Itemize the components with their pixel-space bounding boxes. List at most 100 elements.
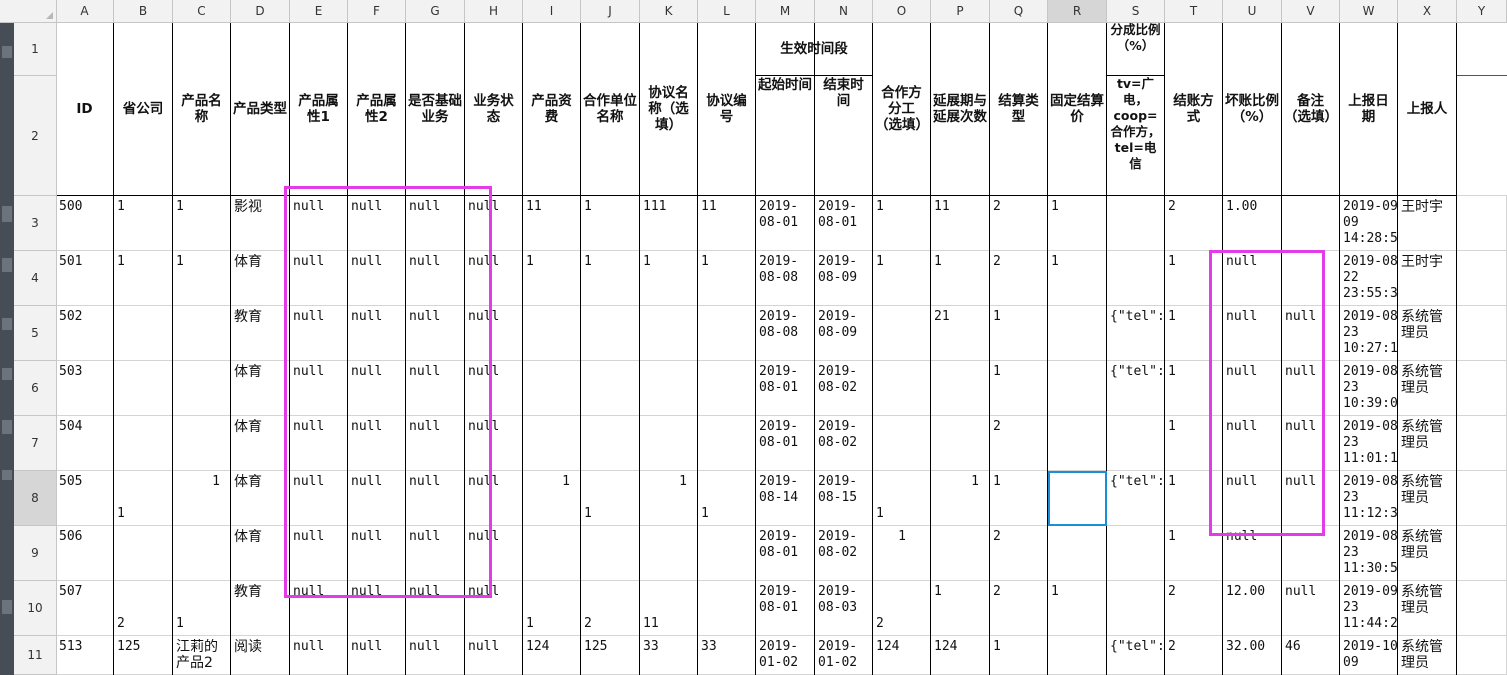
cell-n4[interactable]: 2019- 08-09 — [816, 254, 872, 306]
cell-e11[interactable]: null — [291, 639, 347, 675]
header-c[interactable]: 产品名称 — [173, 22, 230, 195]
row-header-1[interactable]: 1 — [14, 22, 56, 76]
cell-s5[interactable]: {"tel": — [1108, 309, 1164, 361]
cell-u4[interactable]: null — [1224, 254, 1281, 306]
cell-f11[interactable]: null — [349, 639, 405, 675]
cell-j4[interactable]: 1 — [582, 254, 639, 306]
row-header-11[interactable]: 11 — [14, 636, 56, 675]
active-cell-cursor[interactable] — [1048, 471, 1107, 526]
header-q[interactable]: 结算类型 — [990, 22, 1047, 195]
row-header-10[interactable]: 10 — [14, 581, 56, 636]
cell-n5[interactable]: 2019- 08-09 — [816, 309, 872, 361]
header-u[interactable]: 坏账比例（%） — [1223, 22, 1281, 195]
row-header-5[interactable]: 5 — [14, 306, 56, 361]
column-header-y[interactable]: Y — [1457, 0, 1507, 22]
cell-c11[interactable]: 江莉的 产品2 — [174, 639, 230, 675]
cell-q7[interactable]: 2 — [991, 419, 1047, 471]
cell-d10[interactable]: 教育 — [232, 584, 289, 636]
row-header-9[interactable]: 9 — [14, 526, 56, 581]
header-h[interactable]: 业务状态 — [465, 22, 522, 195]
cell-q9[interactable]: 2 — [991, 529, 1047, 581]
column-header-c[interactable]: C — [173, 0, 231, 22]
cell-a6[interactable]: 503 — [57, 364, 113, 416]
column-header-l[interactable]: L — [698, 0, 756, 22]
cell-t8[interactable]: 1 — [1166, 474, 1222, 526]
cell-g10[interactable]: null — [407, 584, 464, 636]
cell-f4[interactable]: null — [349, 254, 405, 306]
header-l[interactable]: 协议编号 — [698, 22, 755, 195]
cell-p11[interactable]: 124 — [932, 639, 989, 675]
cell-j3[interactable]: 1 — [582, 199, 639, 251]
cell-t5[interactable]: 1 — [1166, 309, 1222, 361]
cell-t7[interactable]: 1 — [1166, 419, 1222, 471]
cell-o9[interactable]: 1 — [874, 529, 930, 581]
column-header-p[interactable]: P — [931, 0, 990, 22]
cell-b11[interactable]: 125 — [115, 639, 172, 675]
cell-a8[interactable]: 505 — [57, 474, 113, 526]
column-header-b[interactable]: B — [114, 0, 173, 22]
cell-n3[interactable]: 2019- 08-01 — [816, 199, 872, 251]
cell-w8[interactable]: 2019-08- 23 11:12:3 — [1341, 474, 1397, 526]
cell-h6[interactable]: null — [466, 364, 522, 416]
cell-e9[interactable]: null — [291, 529, 347, 581]
cell-q3[interactable]: 2 — [991, 199, 1047, 251]
cell-m4[interactable]: 2019- 08-08 — [757, 254, 814, 306]
cell-n6[interactable]: 2019- 08-02 — [816, 364, 872, 416]
cell-q4[interactable]: 2 — [991, 254, 1047, 306]
cell-q6[interactable]: 1 — [991, 364, 1047, 416]
header-p[interactable]: 延展期与延展次数 — [931, 22, 989, 195]
column-header-k[interactable]: K — [640, 0, 698, 22]
cell-g11[interactable]: null — [407, 639, 464, 675]
column-header-o[interactable]: O — [873, 0, 931, 22]
column-header-n[interactable]: N — [815, 0, 873, 22]
column-header-s[interactable]: S — [1107, 0, 1165, 22]
cell-h10[interactable]: null — [466, 584, 522, 636]
column-header-d[interactable]: D — [231, 0, 290, 22]
cell-q8[interactable]: 1 — [991, 474, 1047, 526]
cell-s6[interactable]: {"tel": — [1108, 364, 1164, 416]
cell-f6[interactable]: null — [349, 364, 405, 416]
cell-g8[interactable]: null — [407, 474, 464, 526]
select-all-corner[interactable] — [14, 0, 57, 23]
row-header-2[interactable]: 2 — [14, 76, 56, 196]
cell-u10[interactable]: 12.00 — [1224, 584, 1281, 636]
cell-e8[interactable]: null — [291, 474, 347, 526]
cell-d3[interactable]: 影视 — [232, 199, 289, 251]
cell-d4[interactable]: 体育 — [232, 254, 289, 306]
cell-r3[interactable]: 1 — [1049, 199, 1106, 251]
column-header-e[interactable]: E — [290, 0, 348, 22]
cell-u8[interactable]: null — [1224, 474, 1281, 526]
cell-u7[interactable]: null — [1224, 419, 1281, 471]
cell-c4[interactable]: 1 — [174, 254, 230, 306]
cell-h5[interactable]: null — [466, 309, 522, 361]
cell-u9[interactable]: null — [1224, 529, 1281, 581]
cell-p3[interactable]: 11 — [932, 199, 989, 251]
cell-u6[interactable]: null — [1224, 364, 1281, 416]
column-header-q[interactable]: Q — [990, 0, 1048, 22]
cell-m5[interactable]: 2019- 08-08 — [757, 309, 814, 361]
cell-x4[interactable]: 王时宇 — [1399, 254, 1456, 306]
header-v[interactable]: 备注（选填） — [1282, 22, 1339, 195]
cell-l3[interactable]: 11 — [699, 199, 755, 251]
cell-h7[interactable]: null — [466, 419, 522, 471]
cell-w11[interactable]: 2019-10- 09 — [1341, 639, 1397, 675]
cell-a4[interactable]: 501 — [57, 254, 113, 306]
cell-w3[interactable]: 2019-09- 09 14:28:5 — [1341, 199, 1397, 251]
cell-i11[interactable]: 124 — [524, 639, 580, 675]
cell-h4[interactable]: null — [466, 254, 522, 306]
column-header-a[interactable]: A — [56, 0, 114, 22]
cell-x10[interactable]: 系统管 理员 — [1399, 584, 1456, 636]
header-s[interactable]: tv=广电，coop=合作方，tel=电信 — [1107, 76, 1164, 194]
cell-m10[interactable]: 2019- 08-01 — [757, 584, 814, 636]
cell-b3[interactable]: 1 — [115, 199, 172, 251]
cell-f8[interactable]: null — [349, 474, 405, 526]
cell-e7[interactable]: null — [291, 419, 347, 471]
header-i[interactable]: 产品资费 — [523, 22, 580, 195]
header-w[interactable]: 上报日期 — [1340, 22, 1397, 195]
column-header-t[interactable]: T — [1165, 0, 1223, 22]
header-k[interactable]: 协议名称（选填） — [640, 22, 697, 195]
cell-f5[interactable]: null — [349, 309, 405, 361]
cell-u5[interactable]: null — [1224, 309, 1281, 361]
column-header-v[interactable]: V — [1282, 0, 1340, 22]
cell-r10[interactable]: 1 — [1049, 584, 1106, 636]
